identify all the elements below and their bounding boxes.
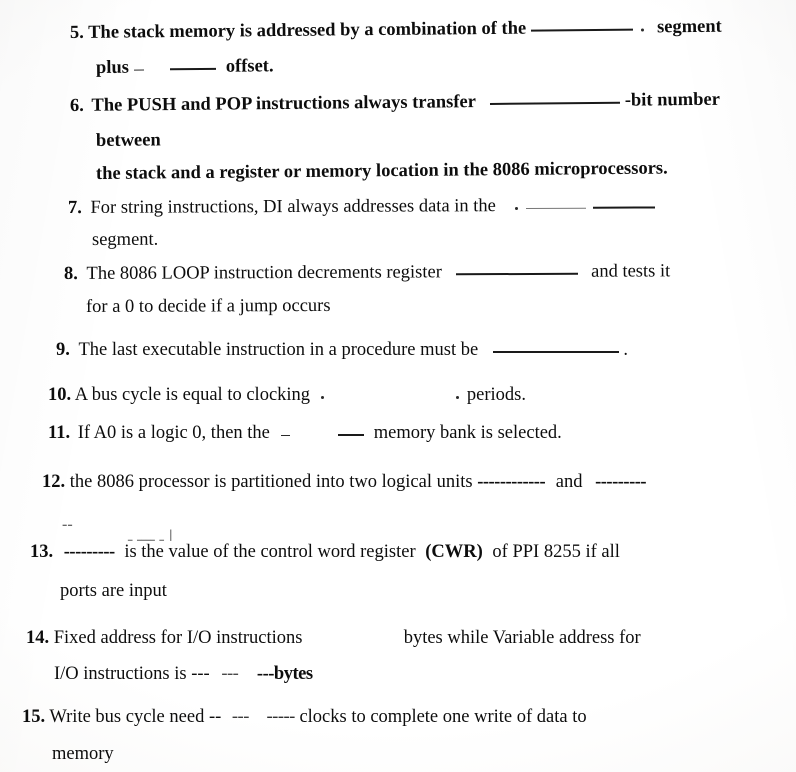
question-14-text-c: I/O instructions is --- [54,664,210,684]
question-5-text-d: offset. [225,56,274,77]
stray-mark-above-13: -- [62,516,73,533]
question-8-text-b: and tests it [591,261,671,282]
question-14-text-d: ---bytes [256,664,313,684]
question-10-line-1: 10. A bus cycle is equal to clocking per… [48,385,527,405]
stray-dot-3 [320,396,324,399]
question-10-text-a: A bus cycle is equal to clocking [74,385,311,405]
question-6-line-3: the stack and a register or memory locat… [95,158,668,185]
question-5-blank-3[interactable] [170,67,217,71]
stray-dot [641,28,645,32]
question-11-line-1: 11. If A0 is a logic 0, then the memory … [48,423,562,443]
question-15-blank-2[interactable]: ----- [267,707,296,727]
question-11-text-a: If A0 is a logic 0, then the [77,423,270,443]
question-5-blank-2[interactable] [133,69,144,71]
question-8-blank-1[interactable] [456,272,579,276]
question-7-blank-1[interactable] [526,207,587,210]
question-14-line-2: I/O instructions is --- --- ---bytes [54,664,313,684]
question-13-text-b: of PPI 8255 if all [492,542,620,562]
question-12-number: 12. [42,472,66,492]
question-15-line-2: memory [52,744,114,764]
question-8-text-c: for a 0 to decide if a jump occurs [85,295,331,317]
question-6-blank-1[interactable] [490,101,621,105]
question-15-text-a: Write bus cycle need -- [49,707,222,727]
question-7-text-b: segment. [91,229,159,250]
question-13-cwr: (CWR) [425,542,483,562]
question-9-blank-1[interactable] [492,351,619,353]
question-11-blank-1[interactable] [280,435,290,436]
question-6-line-2: between [95,130,161,151]
question-9-number: 9. [56,340,70,360]
question-6-text-c: the stack and a register or memory locat… [95,158,668,184]
question-6-text-b: -bit number [624,89,720,111]
question-13-text-a: is the value of the control word registe… [124,542,416,562]
question-14-number: 14. [26,628,50,648]
question-6-number: 6. [69,95,84,116]
question-5-text-c: plus [95,57,130,78]
question-6-text-a: The PUSH and POP instructions always tra… [91,92,476,116]
question-9-period: . [623,340,629,360]
question-13-line-2: ports are input [60,581,167,601]
question-12-blank-2[interactable]: --------- [595,472,646,492]
question-11-text-b: memory bank is selected. [373,423,562,443]
question-14-text-b: bytes while Variable address for [403,628,641,648]
question-8-text-a: The 8086 LOOP instruction decrements reg… [86,262,442,284]
question-13-blank-1[interactable]: --------- [64,542,115,562]
question-7-text-a: For string instructions, DI always addre… [90,196,496,218]
question-11-blank-2[interactable] [338,434,365,436]
question-15-line-1: 15. Write bus cycle need -- --- ----- cl… [22,707,587,727]
question-15-blank-1[interactable]: --- [232,707,249,727]
question-13-number: 13. [30,542,54,562]
question-14-text-a: Fixed address for I/O instructions [53,628,303,648]
stray-dot-4 [456,396,460,399]
question-7-number: 7. [67,197,82,218]
question-12-text-b: and [555,472,583,492]
stray-dot-2 [514,207,518,211]
question-5-blank-1[interactable] [530,28,633,32]
question-15-number: 15. [22,707,46,727]
question-10-text-b: periods. [466,385,527,405]
question-8-line-2: for a 0 to decide if a jump occurs [85,295,331,317]
question-8-number: 8. [63,263,78,284]
question-6-line-1: 6. The PUSH and POP instructions always … [69,89,720,117]
question-9-line-1: 9. The last executable instruction in a … [56,340,629,360]
question-11-number: 11. [48,423,71,443]
question-12-line-1: 12. the 8086 processor is partitioned in… [42,472,647,492]
question-10-number: 10. [48,385,72,405]
question-7-blank-2[interactable] [592,206,655,209]
question-5-text-b: segment [656,16,722,38]
question-7-line-2: segment. [91,229,159,251]
question-5-number: 5. [69,22,84,43]
question-14-line-1: 14. Fixed address for I/O instructions b… [26,628,641,648]
question-5-line-2: plus offset. [95,56,274,78]
question-6-text-between: between [95,130,161,151]
question-12-blank-1[interactable]: ------------ [477,472,545,492]
question-14-blank-2[interactable]: --- [221,664,238,684]
question-9-text-a: The last executable instruction in a pro… [78,340,479,360]
question-7-line-1: 7. For string instructions, DI always ad… [68,196,655,218]
document-content: 5. The stack memory is addressed by a co… [0,0,796,772]
question-15-text-c: memory [52,744,114,764]
question-5-text-a: The stack memory is addressed by a combi… [88,18,527,43]
question-15-text-b: clocks to complete one write of data to [299,707,587,727]
question-13-text-c: ports are input [60,581,167,601]
question-13-line-1: 13. --------- is the value of the contro… [30,542,620,562]
question-12-text-a: the 8086 processor is partitioned into t… [69,472,473,492]
question-8-line-1: 8. The 8086 LOOP instruction decrements … [63,261,671,284]
question-5-line-1: 5. The stack memory is addressed by a co… [69,16,722,44]
